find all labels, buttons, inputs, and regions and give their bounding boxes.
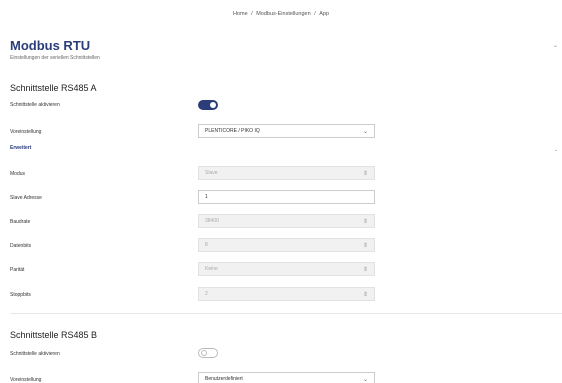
breadcrumb-separator: / — [251, 11, 253, 17]
enable-toggle-a[interactable] — [198, 100, 218, 110]
sort-arrows-icon: ⇕ — [362, 242, 368, 249]
breadcrumb-home[interactable]: Home — [232, 11, 249, 17]
databits-label: Datenbits — [10, 243, 32, 249]
sort-arrows-icon: ⇕ — [362, 266, 368, 273]
parity-value: Keine — [205, 266, 218, 272]
sort-arrows-icon: ⇕ — [362, 218, 368, 225]
chevron-down-icon: ⌄ — [362, 128, 368, 135]
preset-select-b[interactable]: Benutzerdefiniert ⌄ — [198, 372, 375, 383]
page-header: Modbus RTU Einstellungen der seriellen S… — [10, 38, 100, 61]
page-title: Modbus RTU — [10, 38, 91, 53]
enable-label-a: Schnittstelle aktivieren — [10, 102, 60, 108]
enable-label-b: Schnittstelle aktivieren — [10, 351, 60, 357]
slave-address-input[interactable]: 1 — [198, 190, 375, 204]
baudrate-label: Baudrate — [10, 219, 31, 225]
chevron-down-icon: ⌄ — [362, 376, 368, 383]
baudrate-value: 38400 — [205, 218, 219, 224]
mode-label: Modus — [10, 171, 26, 177]
preset-label-a: Voreinstellung — [10, 129, 42, 135]
section-title-rs485-a: Schnittstelle RS485 A — [10, 83, 97, 93]
enable-toggle-b[interactable] — [198, 348, 218, 358]
advanced-expander[interactable]: Erweitert — [10, 145, 31, 151]
parity-label: Parität — [10, 267, 25, 273]
mode-select: Slave ⇕ — [198, 166, 375, 180]
preset-value-b: Benutzerdefiniert — [205, 376, 243, 382]
stopbits-select: 2 ⇕ — [198, 287, 375, 301]
breadcrumb-app: App — [319, 11, 330, 17]
parity-select: Keine ⇕ — [198, 262, 375, 276]
sort-arrows-icon: ⇕ — [362, 170, 368, 177]
sort-arrows-icon: ⇕ — [362, 291, 368, 298]
stopbits-label: Stoppbits — [10, 292, 31, 298]
stopbits-value: 2 — [205, 291, 208, 297]
chevron-down-icon[interactable]: ⌄ — [554, 147, 558, 153]
chevron-down-icon[interactable]: ⌄ — [553, 42, 558, 49]
databits-value: 8 — [205, 242, 208, 248]
toggle-knob — [210, 102, 216, 108]
section-divider — [10, 313, 562, 314]
slave-address-label: Slave Adresse — [10, 195, 42, 201]
mode-value: Slave — [205, 170, 218, 176]
breadcrumb-modbus[interactable]: Modbus-Einstellungen — [255, 11, 311, 17]
preset-label-b: Voreinstellung — [10, 377, 42, 383]
slave-address-value: 1 — [205, 194, 208, 200]
page-subtitle: Einstellungen der seriellen Schnittstell… — [10, 55, 100, 61]
section-title-rs485-b: Schnittstelle RS485 B — [10, 330, 98, 340]
breadcrumb: Home / Modbus-Einstellungen / App — [0, 11, 562, 17]
toggle-knob — [201, 350, 207, 356]
breadcrumb-separator: / — [314, 11, 316, 17]
preset-select-a[interactable]: PLENTICORE / PIKO IQ ⌄ — [198, 124, 375, 138]
databits-select: 8 ⇕ — [198, 238, 375, 252]
preset-value-a: PLENTICORE / PIKO IQ — [205, 128, 260, 134]
baudrate-select: 38400 ⇕ — [198, 214, 375, 228]
